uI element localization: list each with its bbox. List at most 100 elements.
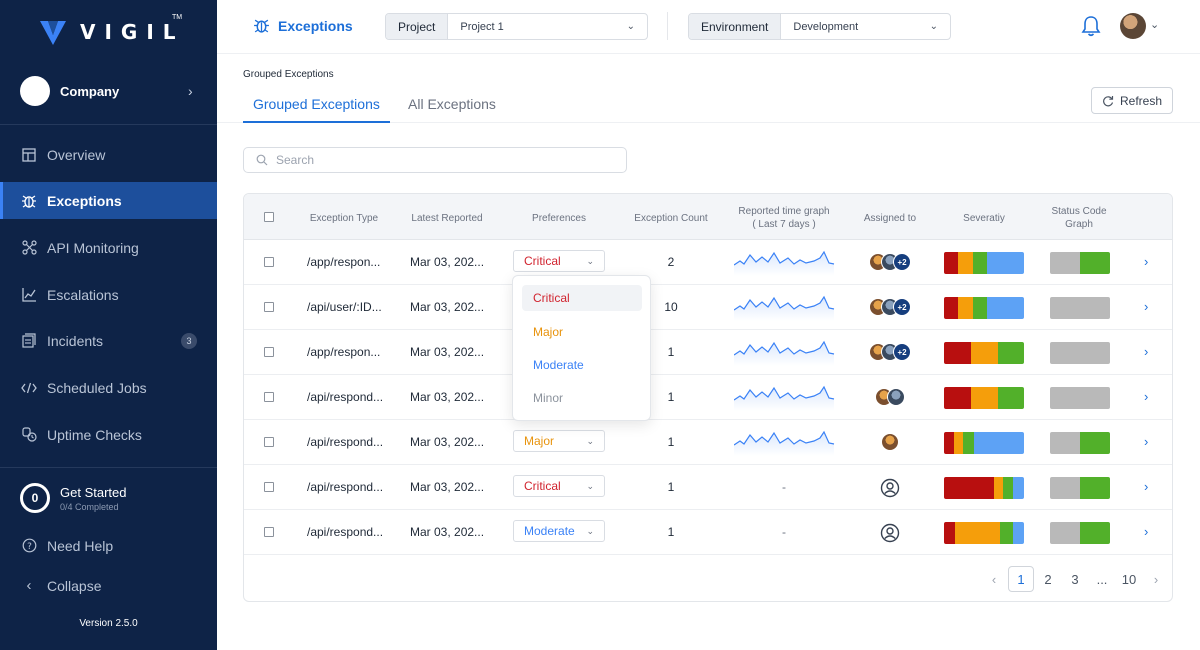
- severity-segment: [987, 252, 1024, 274]
- dropdown-option-critical[interactable]: Critical: [522, 285, 642, 311]
- preference-select[interactable]: Critical ⌄: [513, 475, 605, 497]
- row-checkbox[interactable]: [264, 392, 274, 402]
- tab-grouped-exceptions[interactable]: Grouped Exceptions: [243, 96, 390, 123]
- project-value: Project 1: [460, 20, 504, 33]
- chevron-down-icon[interactable]: ⌄: [1150, 18, 1159, 31]
- dropdown-option-major[interactable]: Major: [522, 319, 642, 345]
- company-name: Company: [60, 83, 120, 99]
- status-code-bar: [1050, 477, 1110, 499]
- header-preferences[interactable]: Preferences: [514, 212, 604, 225]
- refresh-button[interactable]: Refresh: [1091, 87, 1173, 114]
- row-checkbox[interactable]: [264, 257, 274, 267]
- get-started-progress-ring: 0: [20, 483, 50, 513]
- table-row[interactable]: /app/respon... Mar 03, 202... 1 +2 ›: [244, 330, 1172, 375]
- header-assigned-to[interactable]: Assigned to: [856, 212, 924, 225]
- unassigned-user-icon[interactable]: [880, 478, 900, 498]
- select-all-checkbox[interactable]: [264, 212, 274, 222]
- get-started[interactable]: 0 Get Started 0/4 Completed: [20, 483, 126, 513]
- table-row[interactable]: /api/respond... Mar 03, 202... Critical ⌄ 1 -…: [244, 465, 1172, 510]
- status-segment-green: [1080, 522, 1110, 544]
- sidebar: VIGIL TM Company › Overview Exceptions A…: [0, 0, 217, 650]
- header-latest-reported[interactable]: Latest Reported: [406, 212, 488, 225]
- search-box[interactable]: [243, 147, 627, 173]
- header-exception-type[interactable]: Exception Type: [304, 212, 384, 225]
- assigned-avatars[interactable]: +2: [869, 343, 911, 361]
- preference-select[interactable]: Critical ⌄: [513, 250, 605, 272]
- pagination-page[interactable]: 1: [1008, 566, 1034, 592]
- row-expand-chevron-icon[interactable]: ›: [1144, 299, 1148, 314]
- exception-count: 1: [667, 525, 675, 539]
- exception-count: 1: [667, 480, 675, 494]
- collapse-label: Collapse: [47, 577, 102, 594]
- row-expand-chevron-icon[interactable]: ›: [1144, 389, 1148, 404]
- overview-icon: [20, 146, 38, 164]
- row-expand-chevron-icon[interactable]: ›: [1144, 254, 1148, 269]
- tab-all-exceptions[interactable]: All Exceptions: [398, 96, 506, 123]
- company-switcher[interactable]: Company ›: [20, 76, 200, 106]
- chevron-right-icon: ›: [188, 83, 193, 99]
- assigned-avatars[interactable]: [881, 433, 899, 451]
- bug-icon: [20, 192, 38, 210]
- table-row[interactable]: /api/respond... Mar 03, 202... Major ⌄ 1 ›: [244, 420, 1172, 465]
- unassigned-user-icon[interactable]: [880, 523, 900, 543]
- preference-select[interactable]: Major ⌄: [513, 430, 605, 452]
- sidebar-item-uptime-checks[interactable]: Uptime Checks: [0, 416, 217, 453]
- pagination-next[interactable]: ›: [1143, 566, 1169, 592]
- sidebar-item-escalations[interactable]: Escalations: [0, 276, 217, 313]
- chart-escalation-icon: [20, 286, 38, 304]
- sidebar-item-api-monitoring[interactable]: API Monitoring: [0, 229, 217, 266]
- assigned-avatars[interactable]: +2: [869, 253, 911, 271]
- need-help-link[interactable]: ? Need Help: [0, 527, 217, 564]
- table-row[interactable]: /app/respon... Mar 03, 202... Critical ⌄ 2 +2…: [244, 240, 1172, 285]
- pagination-prev[interactable]: ‹: [981, 566, 1007, 592]
- row-expand-chevron-icon[interactable]: ›: [1144, 524, 1148, 539]
- preference-select[interactable]: Moderate ⌄: [513, 520, 605, 542]
- severity-segment: [944, 522, 956, 544]
- header-exception-count[interactable]: Exception Count: [627, 212, 715, 225]
- row-checkbox[interactable]: [264, 482, 274, 492]
- row-expand-chevron-icon[interactable]: ›: [1144, 434, 1148, 449]
- search-input[interactable]: [276, 153, 606, 167]
- app-version: Version 2.5.0: [79, 618, 138, 629]
- chevron-down-icon: ⌄: [929, 21, 938, 32]
- row-checkbox[interactable]: [264, 302, 274, 312]
- row-expand-chevron-icon[interactable]: ›: [1144, 344, 1148, 359]
- table-row[interactable]: /api/respond... Mar 03, 202... Moderate ⌄ 1 -…: [244, 510, 1172, 555]
- sidebar-divider: [0, 467, 217, 468]
- notification-bell-icon[interactable]: [1081, 15, 1101, 37]
- project-selector[interactable]: Project Project 1 ⌄: [385, 13, 648, 40]
- pagination-page[interactable]: 2: [1035, 566, 1061, 592]
- latest-reported: Mar 03, 202...: [410, 435, 485, 449]
- reported-time-sparkline: [734, 430, 835, 456]
- assigned-avatars[interactable]: +2: [869, 298, 911, 316]
- environment-selector[interactable]: Environment Development ⌄: [688, 13, 951, 40]
- row-checkbox[interactable]: [264, 437, 274, 447]
- pagination-page[interactable]: 3: [1062, 566, 1088, 592]
- pagination-page[interactable]: 10: [1116, 566, 1142, 592]
- row-checkbox[interactable]: [264, 347, 274, 357]
- latest-reported: Mar 03, 202...: [410, 345, 485, 359]
- brand-name: VIGIL: [80, 20, 185, 44]
- dropdown-option-moderate[interactable]: Moderate: [522, 352, 642, 378]
- more-assignees-badge: +2: [893, 298, 911, 316]
- project-dropdown[interactable]: Project 1 ⌄: [448, 14, 647, 39]
- project-label: Project: [386, 14, 449, 39]
- sidebar-item-overview[interactable]: Overview: [0, 136, 217, 173]
- sidebar-item-incidents[interactable]: Incidents 3: [0, 322, 217, 359]
- sidebar-item-scheduled-jobs[interactable]: Scheduled Jobs: [0, 369, 217, 406]
- header-severity[interactable]: Severatiy: [949, 212, 1019, 225]
- table-row[interactable]: /api/respond... Mar 03, 202... 1 ›: [244, 375, 1172, 420]
- sidebar-item-exceptions[interactable]: Exceptions: [0, 182, 217, 219]
- dropdown-option-minor[interactable]: Minor: [522, 385, 642, 411]
- row-expand-chevron-icon[interactable]: ›: [1144, 479, 1148, 494]
- collapse-sidebar-button[interactable]: ‹ Collapse: [0, 567, 217, 604]
- environment-dropdown[interactable]: Development ⌄: [781, 14, 950, 39]
- row-checkbox[interactable]: [264, 527, 274, 537]
- table-header: Exception Type Latest Reported Preferenc…: [244, 194, 1172, 240]
- table-row[interactable]: /api/user/:ID... Mar 03, 202... 10 +2 ›: [244, 285, 1172, 330]
- vigil-logo[interactable]: VIGIL TM: [38, 14, 188, 50]
- assigned-avatars[interactable]: [875, 388, 905, 406]
- header-status-line1: Status Code: [1051, 206, 1107, 217]
- user-avatar[interactable]: [1120, 13, 1146, 39]
- pagination: ‹ 1 2 3... 10 ›: [981, 566, 1170, 592]
